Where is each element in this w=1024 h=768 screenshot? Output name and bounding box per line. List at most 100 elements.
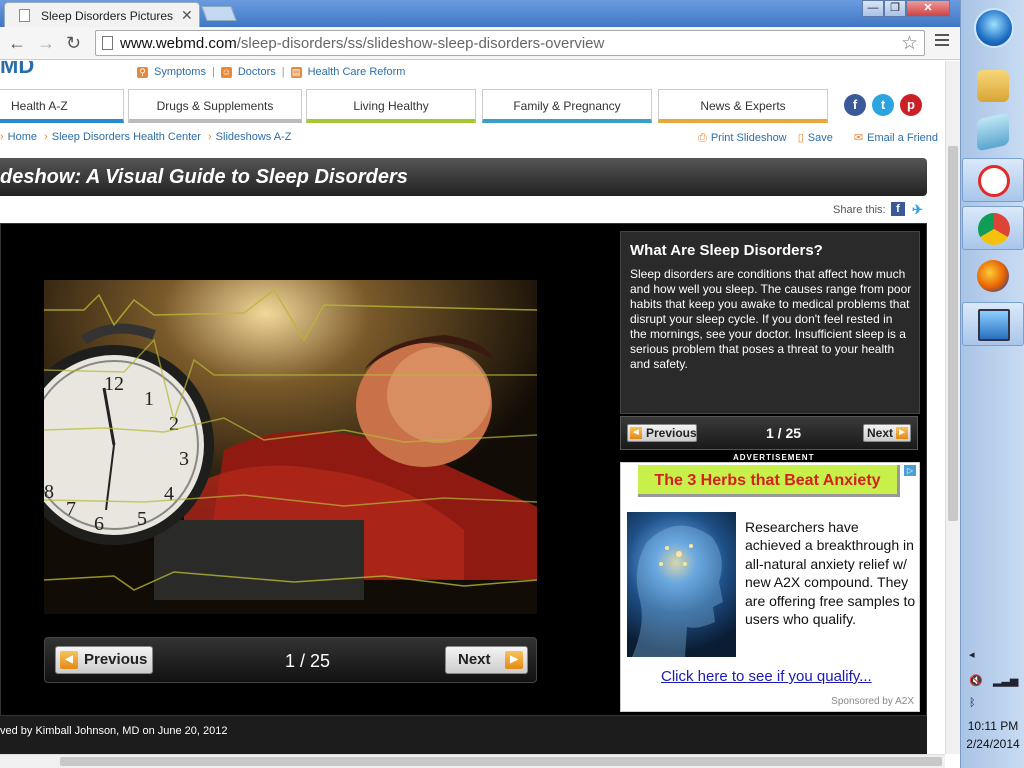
back-button[interactable]: ← (8, 33, 26, 54)
url-text: www.webmd.com/sleep-disorders/ss/slidesh… (120, 35, 604, 52)
bluetooth-icon[interactable]: ᛒ (969, 697, 976, 709)
nav-tab-living-healthy[interactable]: Living Healthy (306, 89, 476, 123)
breadcrumb: › Home › Sleep Disorders Health Center › Sl… (0, 131, 291, 143)
explorer-task[interactable] (962, 64, 1024, 108)
forward-button[interactable]: → (37, 33, 55, 54)
airtel-task[interactable] (962, 158, 1024, 202)
crumb-sleep-disorders[interactable]: Sleep Disorders Health Center (52, 131, 201, 143)
signal-icon[interactable]: ▂▃▅ (993, 674, 1018, 687)
remote-desktop-task[interactable] (962, 302, 1024, 346)
next-label: Next (867, 426, 894, 440)
browser-tab[interactable]: Sleep Disorders Pictures Sl ✕ (4, 2, 200, 27)
scroll-thumb[interactable] (60, 757, 942, 766)
maximize-button[interactable]: ❐ (884, 0, 906, 17)
taskbar: ◂ 🔇 ▂▃▅ ᛒ 10:11 PM 2/24/2014 (960, 0, 1024, 768)
minimize-button[interactable]: — (862, 0, 884, 17)
notepad-task[interactable] (962, 110, 1024, 154)
arrow-right-icon: ▶ (896, 427, 908, 439)
next-label: Next (458, 651, 491, 668)
slide-pager: ◀ Previous 1 / 25 Next ▶ (44, 637, 537, 683)
start-button[interactable] (974, 8, 1014, 48)
slide-counter: 1 / 25 (285, 651, 331, 671)
advertisement[interactable]: ▷ The 3 Herbs that Beat Anxiety Research… (620, 462, 920, 712)
ad-sponsor: Sponsored by A2X (831, 696, 914, 707)
next-button-small[interactable]: Next ▶ (863, 424, 911, 442)
chrome-task[interactable] (962, 206, 1024, 250)
crumb-home[interactable]: Home (8, 131, 37, 143)
ad-headline[interactable]: The 3 Herbs that Beat Anxiety (638, 465, 900, 497)
share-facebook-icon[interactable]: f (891, 202, 905, 216)
slide-counter-small: 1 / 25 (766, 425, 802, 441)
adchoices-icon[interactable]: ▷ (904, 465, 916, 476)
clock-numeral: 12 (104, 373, 124, 395)
share-label: Share this: (833, 204, 886, 216)
symptoms-link[interactable]: ⚲ Symptoms (137, 66, 206, 78)
speaker-muted-icon[interactable]: 🔇 (969, 674, 983, 687)
page-icon (19, 9, 30, 22)
site-logo[interactable]: MD (0, 61, 34, 79)
crumb-slideshows[interactable]: Slideshows A-Z (216, 131, 292, 143)
clock-numeral: 3 (179, 448, 189, 470)
chevron-right-icon: › (0, 131, 4, 143)
reload-button[interactable]: ↻ (66, 33, 81, 54)
facebook-icon[interactable]: f (844, 94, 866, 116)
printer-icon: ⎙ (698, 132, 707, 144)
bookmark-star-icon[interactable]: ☆ (901, 32, 918, 55)
health-care-reform-label: Health Care Reform (307, 66, 406, 78)
previous-button-small[interactable]: ◀ Previous (627, 424, 697, 442)
next-button[interactable]: Next ▶ (445, 646, 528, 674)
nav-tab-drugs[interactable]: Drugs & Supplements (128, 89, 302, 123)
save-link[interactable]: Save (808, 132, 833, 144)
close-window-button[interactable]: ✕ (906, 0, 950, 17)
slide-caption: What Are Sleep Disorders? Sleep disorder… (620, 231, 920, 414)
tray-expand-icon[interactable]: ◂ (969, 648, 975, 661)
clock-date[interactable]: 2/24/2014 (961, 737, 1024, 751)
ad-body: Researchers have achieved a breakthrough… (745, 519, 916, 628)
chevron-right-icon: › (208, 131, 212, 143)
head-silhouette-icon (632, 525, 723, 657)
previous-button[interactable]: ◀ Previous (55, 646, 153, 674)
page-actions: ⎙ Print Slideshow ▯ Save ✉ Email a Friend (698, 131, 938, 145)
pinterest-icon[interactable]: p (900, 94, 922, 116)
chevron-right-icon: › (44, 131, 48, 143)
share-twitter-icon[interactable]: ✈ (912, 202, 923, 218)
vertical-scrollbar[interactable] (945, 61, 960, 754)
envelope-icon: ✉ (853, 132, 864, 144)
tab-close-icon[interactable]: ✕ (181, 7, 193, 24)
ad-cta-link[interactable]: Click here to see if you qualify... (661, 668, 872, 685)
address-bar[interactable]: www.webmd.com/sleep-disorders/ss/slidesh… (95, 30, 925, 56)
clock-numeral: 1 (144, 388, 154, 410)
chrome-menu-icon[interactable] (935, 34, 949, 49)
browser-toolbar: ← → ↻ www.webmd.com/sleep-disorders/ss/s… (0, 27, 960, 60)
tab-title: Sleep Disorders Pictures Sl (41, 9, 177, 23)
nav-tab-family[interactable]: Family & Pregnancy (482, 89, 652, 123)
doctors-label: Doctors (237, 66, 276, 78)
scroll-thumb[interactable] (948, 146, 958, 521)
email-friend-link[interactable]: Email a Friend (867, 132, 938, 144)
previous-label: Previous (646, 426, 697, 440)
main-nav: Health A-Z Drugs & Supplements Living He… (0, 89, 830, 123)
reviewed-by: ved by Kimball Johnson, MD on June 20, 2… (0, 725, 228, 737)
url-path: /sleep-disorders/ss/slideshow-sleep-diso… (236, 35, 605, 52)
clock-numeral: 4 (164, 483, 174, 505)
top-links: ⚲ Symptoms | ☺ Doctors | ▤ Health Care Refo… (137, 66, 411, 78)
horizontal-scrollbar[interactable] (0, 754, 945, 768)
browser-titlebar: Sleep Disorders Pictures Sl ✕ — ❐ ✕ (0, 0, 960, 27)
twitter-icon[interactable]: t (872, 94, 894, 116)
url-host: www.webmd.com (120, 35, 237, 52)
clock-numeral: 2 (169, 413, 179, 435)
nav-tab-news[interactable]: News & Experts (658, 89, 828, 123)
symptoms-label: Symptoms (154, 66, 206, 78)
nav-tab-health-az[interactable]: Health A-Z (0, 89, 124, 123)
monitor-icon (978, 309, 1010, 341)
health-care-reform-link[interactable]: ▤ Health Care Reform (290, 66, 406, 78)
print-slideshow-link[interactable]: Print Slideshow (711, 132, 787, 144)
clock-time[interactable]: 10:11 PM (961, 719, 1024, 733)
doctors-link[interactable]: ☺ Doctors (220, 66, 276, 78)
firefox-task[interactable] (962, 254, 1024, 298)
sleeping-person-with-clock-image: 12 1 2 3 4 5 6 7 8 (44, 280, 537, 614)
arrow-left-icon: ◀ (60, 651, 78, 669)
new-tab-button[interactable] (201, 6, 237, 21)
chrome-icon (978, 213, 1010, 245)
brain-image[interactable] (627, 512, 736, 657)
